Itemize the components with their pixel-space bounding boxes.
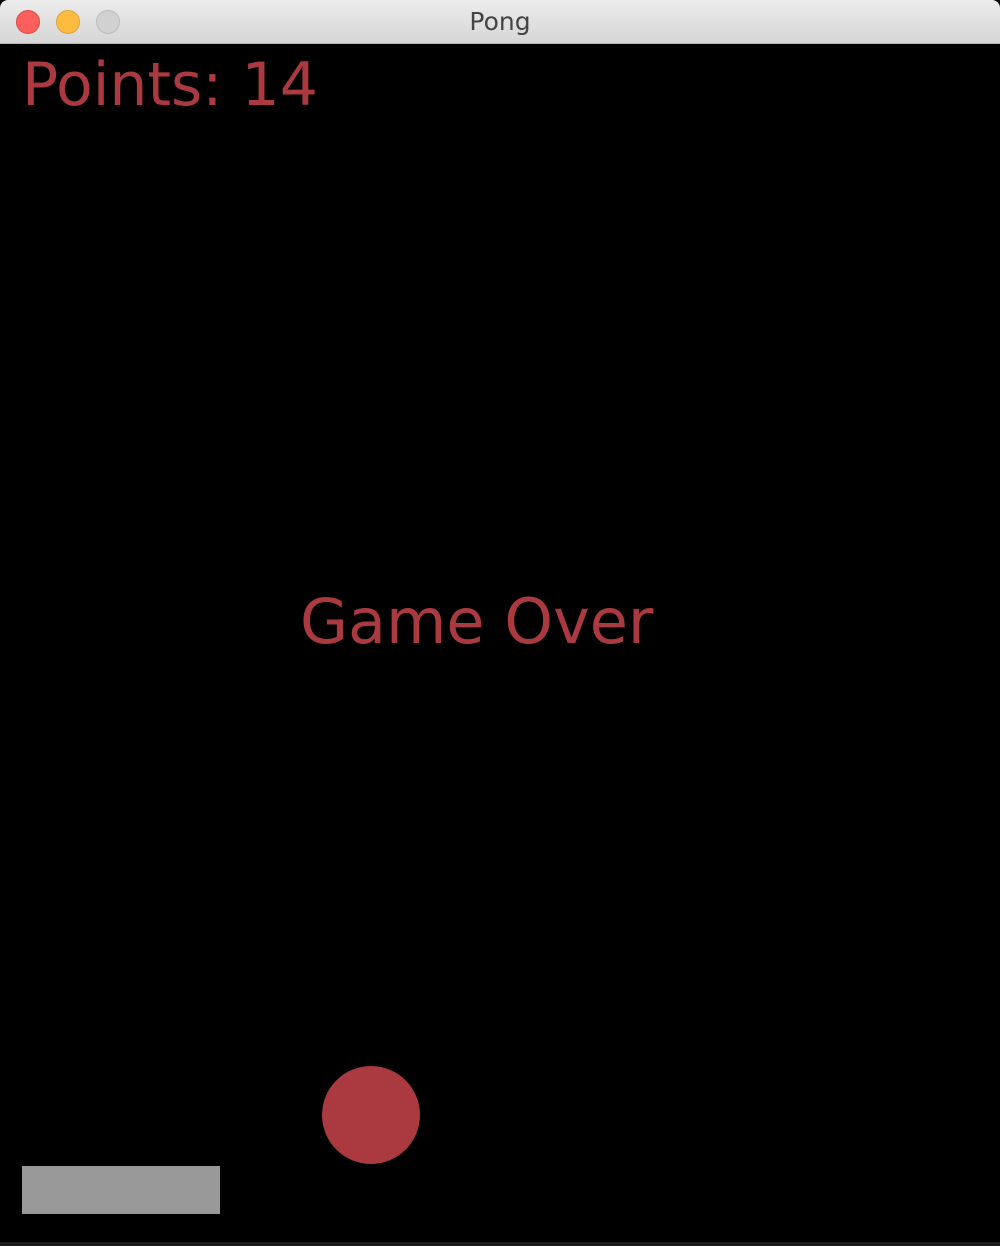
paddle[interactable] bbox=[22, 1166, 220, 1214]
game-canvas[interactable]: Points: 14 Game Over bbox=[0, 44, 1000, 1242]
window-title: Pong bbox=[469, 7, 531, 36]
window-bottom-edge bbox=[0, 1242, 1000, 1246]
title-bar[interactable]: Pong bbox=[0, 0, 1000, 44]
points-display: Points: 14 bbox=[22, 50, 318, 120]
game-window: Pong Points: 14 Game Over bbox=[0, 0, 1000, 1246]
game-over-message: Game Over bbox=[300, 585, 654, 658]
ball bbox=[322, 1066, 420, 1164]
